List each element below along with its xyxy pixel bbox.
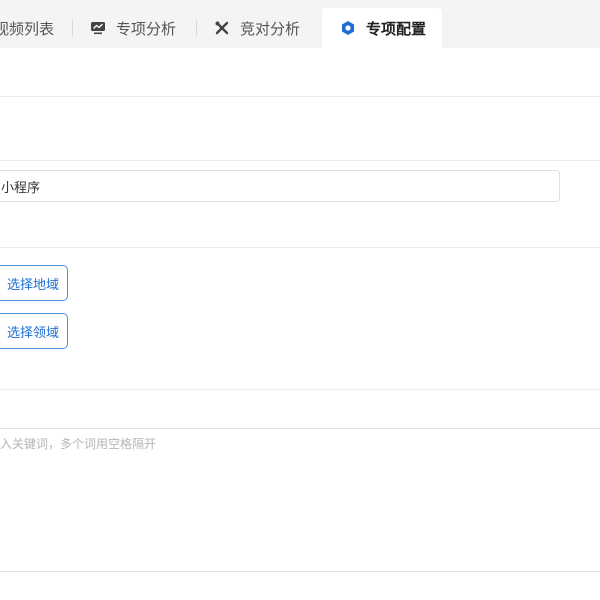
tab-competitor-analysis[interactable]: 竞对分析 (214, 8, 300, 48)
section-divider (0, 389, 600, 390)
section-divider (0, 247, 600, 248)
section-divider (0, 160, 600, 161)
tab-divider (72, 20, 73, 36)
keywords-placeholder: 入关键词，多个词用空格隔开 (0, 437, 157, 451)
select-region-button[interactable]: 选择地域 (0, 265, 68, 301)
tab-divider (196, 20, 197, 36)
tab-label: 专项配置 (366, 19, 427, 38)
keywords-textarea[interactable]: 入关键词，多个词用空格隔开 (0, 428, 600, 572)
gear-icon (340, 20, 356, 36)
monitor-chart-icon (90, 20, 106, 36)
tab-bar: 视频列表 专项分析 竞对分析 专项配置 (0, 0, 600, 48)
section-divider (0, 96, 600, 97)
tab-special-config[interactable]: 专项配置 (322, 8, 443, 48)
select-field-button[interactable]: 选择领域 (0, 313, 68, 349)
tab-label: 视频列表 (0, 19, 55, 38)
tab-label: 专项分析 (116, 19, 177, 38)
name-input[interactable]: 小程序 (0, 170, 560, 202)
crossed-tools-icon (214, 20, 230, 36)
name-input-value: 小程序 (1, 180, 41, 196)
tab-label: 竞对分析 (240, 19, 301, 38)
tab-video-list[interactable]: 视频列表 (0, 8, 54, 48)
tab-special-analysis[interactable]: 专项分析 (90, 8, 176, 48)
